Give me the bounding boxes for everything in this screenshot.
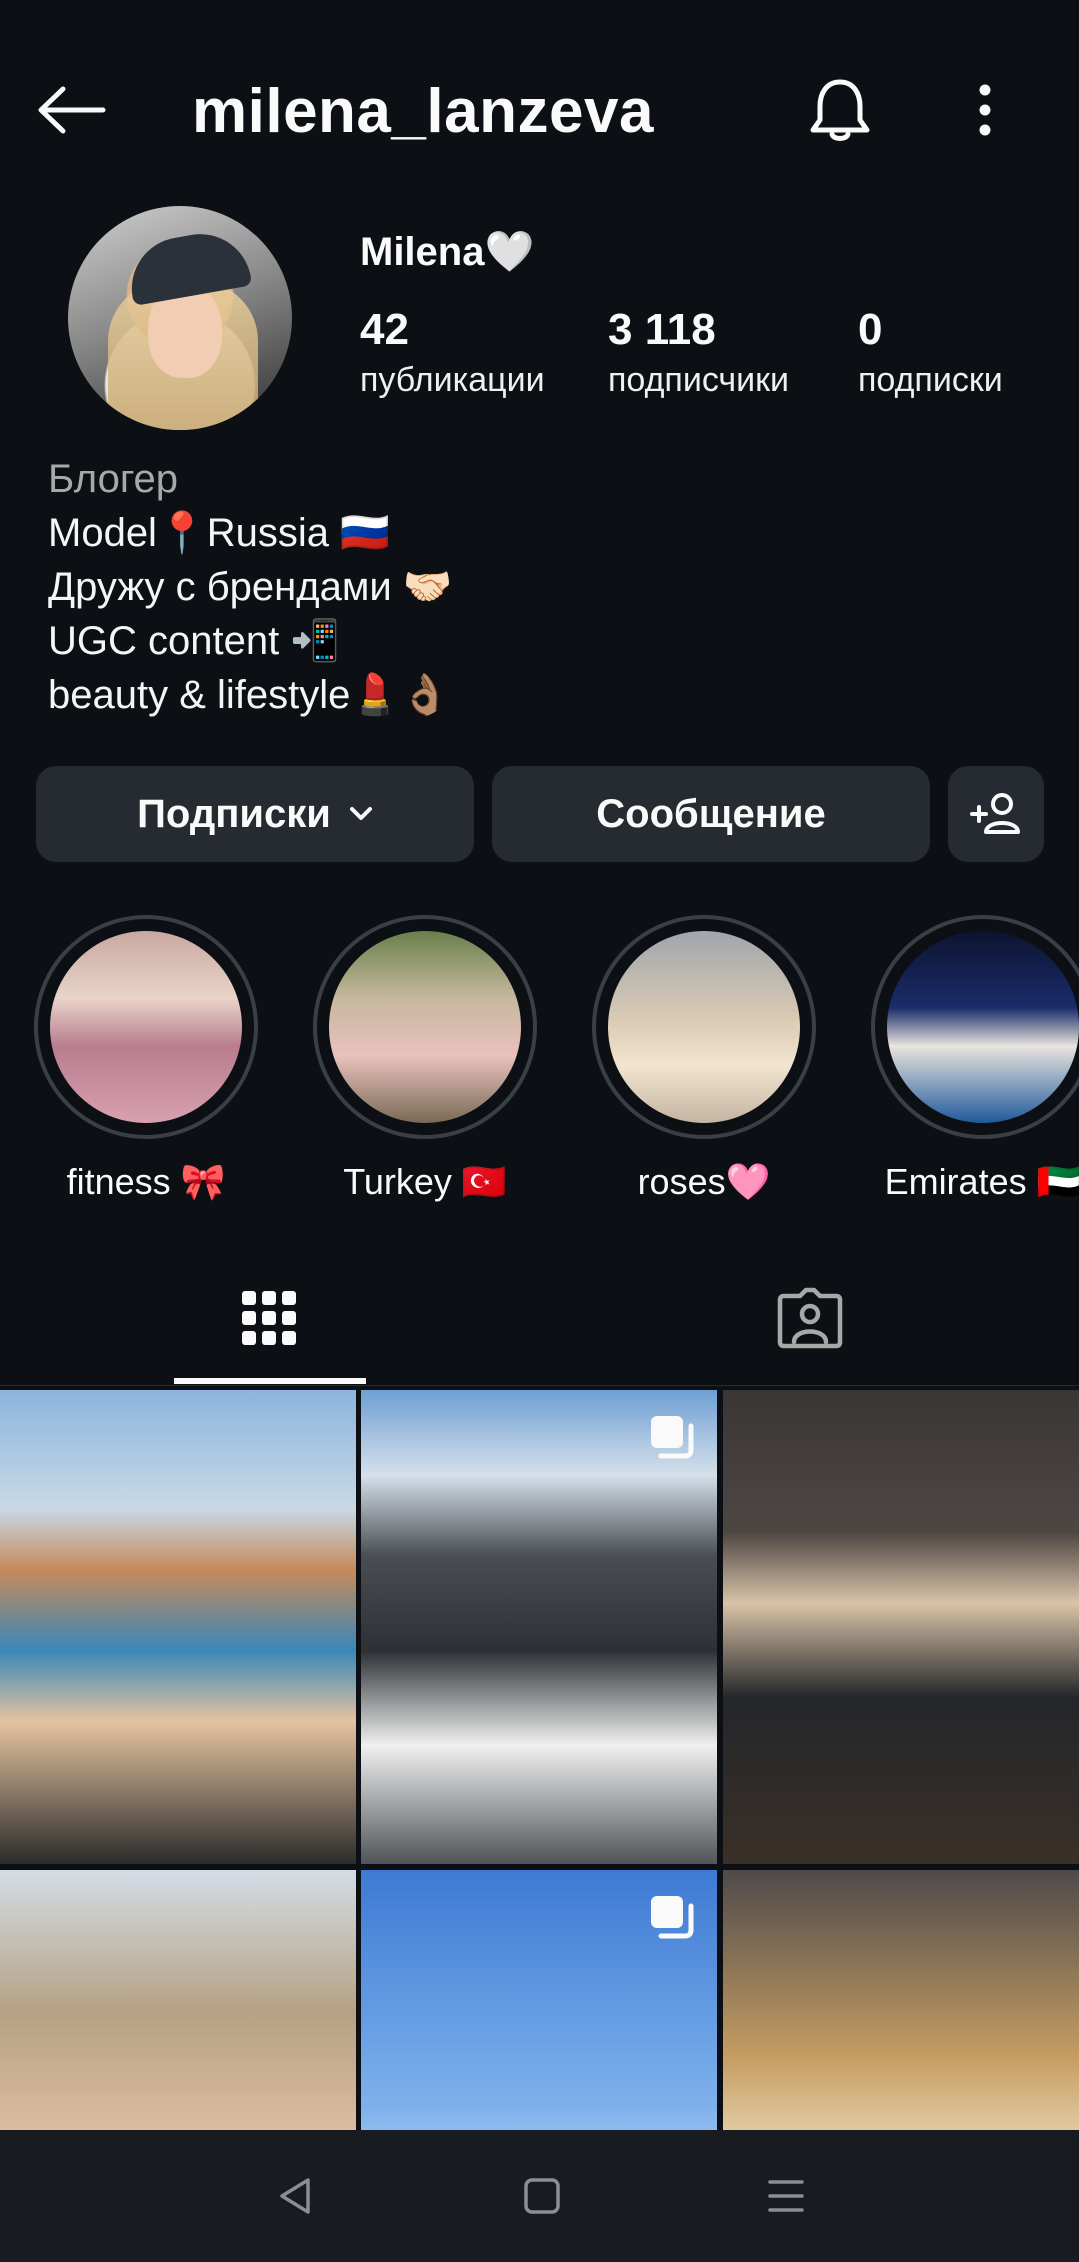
highlight-label: roses🩷 [637, 1161, 771, 1202]
system-back-button[interactable] [264, 2164, 328, 2228]
profile-avatar[interactable] [68, 206, 292, 430]
posts-count-label: публикации [360, 361, 545, 399]
tab-posts-grid[interactable] [174, 1250, 364, 1386]
posts-count-value: 42 [360, 305, 409, 354]
system-navigation-bar [0, 2130, 1079, 2262]
arrow-left-icon [38, 86, 106, 134]
bio-line: Model📍Russia 🇷🇺 [48, 511, 390, 555]
highlight-ring [871, 915, 1079, 1139]
highlight-thumbnail [329, 931, 521, 1123]
profile-tabs [0, 1250, 1079, 1386]
menu-lines-icon [768, 2180, 804, 2212]
bio-line: UGC content 📲 [48, 619, 341, 663]
person-add-icon [970, 793, 1020, 834]
highlight-item[interactable]: Turkey 🇹🇷 [310, 915, 540, 1203]
highlight-thumbnail [887, 931, 1079, 1123]
highlight-item[interactable]: Emirates 🇦🇪 [868, 915, 1079, 1203]
highlight-label: Turkey 🇹🇷 [343, 1161, 507, 1202]
more-vertical-icon [979, 84, 991, 136]
message-button-label: Сообщение [596, 791, 826, 836]
posts-count[interactable]: 42 публикации [360, 305, 545, 400]
more-options-button[interactable] [950, 70, 1020, 150]
back-button[interactable] [30, 78, 114, 142]
carousel-icon [651, 1416, 694, 1459]
following-button-label: Подписки [137, 791, 331, 836]
carousel-icon [651, 1896, 694, 1939]
following-button[interactable]: Подписки [36, 766, 474, 862]
bio-category: Блогер [48, 457, 179, 501]
post-thumbnail[interactable] [0, 1870, 356, 2130]
highlight-label: fitness 🎀 [66, 1161, 226, 1202]
chevron-down-icon [349, 806, 373, 822]
story-highlights: fitness 🎀 Turkey 🇹🇷 roses🩷 Emirates 🇦🇪 [0, 915, 1079, 1205]
highlight-item[interactable]: fitness 🎀 [31, 915, 261, 1203]
following-count-value: 0 [858, 305, 883, 354]
highlight-thumbnail [608, 931, 800, 1123]
bio-line: Дружу с брендами 🤝🏻 [48, 565, 453, 609]
post-thumbnail[interactable] [0, 1390, 356, 1864]
followers-count-label: подписчики [608, 361, 790, 399]
following-count-label: подписки [858, 361, 1003, 399]
following-count[interactable]: 0 подписки [858, 305, 1003, 400]
highlight-ring [592, 915, 816, 1139]
suggested-accounts-button[interactable] [948, 766, 1044, 862]
tagged-person-icon [777, 1287, 843, 1349]
system-recents-button[interactable] [754, 2164, 818, 2228]
followers-count-value: 3 118 [608, 305, 716, 354]
square-home-icon [524, 2178, 560, 2214]
bio-line: beauty & lifestyle💄👌🏽 [48, 673, 450, 717]
highlight-label: Emirates 🇦🇪 [884, 1161, 1079, 1202]
bell-icon [810, 79, 870, 141]
post-thumbnail[interactable] [361, 1390, 717, 1864]
active-tab-indicator [174, 1378, 366, 1384]
profile-username: milena_lanzeva [192, 77, 654, 146]
system-home-button[interactable] [510, 2164, 574, 2228]
profile-bio: Блогер Model📍Russia 🇷🇺 Дружу с брендами … [48, 452, 1028, 722]
notifications-button[interactable] [800, 70, 880, 150]
tabs-divider [0, 1385, 1079, 1386]
profile-display-name: Milena🤍 [360, 230, 535, 274]
highlight-thumbnail [50, 931, 242, 1123]
highlight-ring [313, 915, 537, 1139]
grid-icon [242, 1291, 296, 1345]
highlight-ring [34, 915, 258, 1139]
message-button[interactable]: Сообщение [492, 766, 930, 862]
tab-tagged[interactable] [715, 1250, 905, 1386]
post-thumbnail[interactable] [723, 1870, 1079, 2130]
followers-count[interactable]: 3 118 подписчики [608, 305, 789, 400]
triangle-back-icon [280, 2178, 310, 2214]
post-thumbnail[interactable] [361, 1870, 717, 2130]
highlight-item[interactable]: roses🩷 [589, 915, 819, 1203]
profile-header: milena_lanzeva [0, 50, 1079, 170]
posts-grid [0, 1390, 1079, 2130]
post-thumbnail[interactable] [723, 1390, 1079, 1864]
